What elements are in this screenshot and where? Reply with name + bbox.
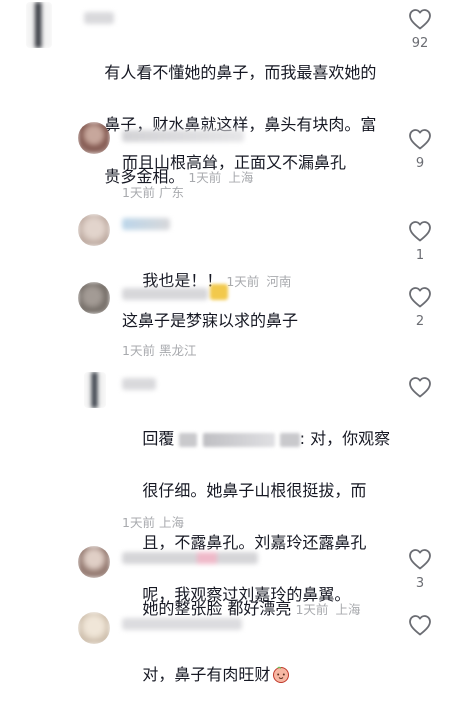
like-count: 2 bbox=[415, 314, 425, 329]
username-redacted[interactable] bbox=[122, 552, 258, 564]
heart-icon bbox=[409, 615, 431, 636]
like-button[interactable] bbox=[406, 376, 434, 398]
mention-redacted bbox=[279, 432, 300, 447]
like-button[interactable]: 92 bbox=[406, 8, 434, 51]
like-button[interactable]: 9 bbox=[406, 128, 434, 171]
comment-time: 1天前 bbox=[122, 343, 155, 358]
comment-text: 而且山根高耸，正面又不漏鼻孔 bbox=[122, 153, 347, 172]
like-count: 3 bbox=[415, 576, 425, 591]
like-button[interactable]: 2 bbox=[406, 286, 434, 329]
heart-icon bbox=[409, 287, 431, 308]
mention-redacted bbox=[202, 432, 275, 447]
username-redacted[interactable] bbox=[84, 12, 114, 24]
emoji-redacted bbox=[210, 284, 228, 300]
avatar[interactable] bbox=[78, 546, 110, 578]
avatar[interactable] bbox=[78, 122, 110, 154]
username-redacted[interactable] bbox=[122, 378, 156, 390]
username-redacted[interactable] bbox=[122, 218, 170, 230]
username-redacted[interactable] bbox=[122, 130, 244, 142]
comment-meta: 1天前 上海 bbox=[122, 512, 184, 531]
like-button[interactable]: 3 bbox=[406, 548, 434, 591]
like-button[interactable] bbox=[406, 614, 434, 636]
username-redacted[interactable] bbox=[122, 618, 242, 630]
comment-location: 河南 bbox=[266, 274, 292, 289]
comment-time: 1天前 bbox=[226, 274, 260, 289]
comment-meta: 1天前 广东 bbox=[122, 182, 184, 201]
heart-icon bbox=[409, 221, 431, 242]
heart-icon bbox=[409, 129, 431, 150]
comment-time: 1天前 bbox=[122, 515, 155, 530]
avatar[interactable] bbox=[26, 2, 52, 48]
comment-text: 这鼻子是梦寐以求的鼻子 bbox=[122, 311, 299, 330]
mention-redacted bbox=[179, 432, 198, 447]
comment-time: 1天前 bbox=[122, 185, 155, 200]
heart-icon bbox=[409, 377, 431, 398]
comment-location: 广东 bbox=[158, 185, 184, 200]
like-button[interactable]: 1 bbox=[406, 220, 434, 263]
avatar[interactable] bbox=[78, 282, 110, 314]
comment-time: 1天前 bbox=[295, 602, 329, 617]
peach-face-emoji bbox=[273, 666, 290, 683]
heart-icon bbox=[409, 549, 431, 570]
username-redacted[interactable] bbox=[122, 288, 208, 300]
comment-location: 上海 bbox=[335, 602, 361, 617]
avatar[interactable] bbox=[78, 214, 110, 246]
like-count: 1 bbox=[415, 248, 425, 263]
like-count: 9 bbox=[415, 156, 425, 171]
comment-meta: 1天前 黑龙江 bbox=[122, 340, 196, 359]
like-count: 92 bbox=[411, 36, 429, 51]
heart-icon bbox=[409, 9, 431, 30]
comment-location: 上海 bbox=[158, 515, 184, 530]
avatar[interactable] bbox=[78, 612, 110, 644]
comment-text: 对，鼻子有肉旺财 bbox=[122, 636, 290, 714]
avatar[interactable] bbox=[84, 372, 106, 408]
comment-location: 黑龙江 bbox=[158, 343, 197, 358]
